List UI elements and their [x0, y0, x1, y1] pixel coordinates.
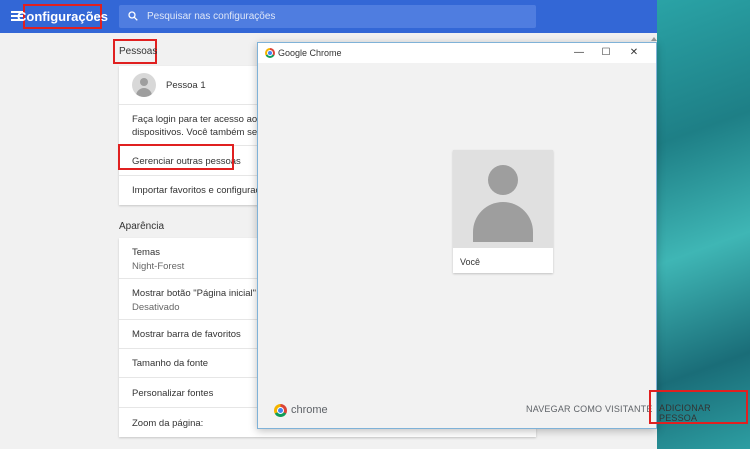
import-label: Importar favoritos e configurações: [132, 185, 276, 196]
profile-card-you[interactable]: Você: [453, 150, 553, 273]
profile-name[interactable]: Pessoa 1: [166, 80, 206, 91]
page-title: Configurações: [17, 9, 109, 24]
settings-header: Configurações Pesquisar nas configuraçõe…: [0, 0, 657, 33]
chrome-profile-dialog: Google Chrome — ☐ ✕ Você chrome NAVEGAR …: [257, 42, 657, 429]
customize-fonts-label: Personalizar fontes: [132, 388, 214, 399]
page-zoom-label: Zoom da página:: [132, 418, 204, 429]
search-icon: [128, 11, 138, 21]
home-button-value: Desativado: [132, 302, 180, 313]
chrome-logo-icon: [274, 404, 287, 417]
profile-card-name: Você: [460, 257, 481, 267]
search-input[interactable]: Pesquisar nas configurações: [119, 5, 536, 28]
section-label-people: Pessoas: [119, 46, 158, 57]
browse-as-guest-button[interactable]: NAVEGAR COMO VISITANTE: [526, 404, 653, 414]
profile-avatar-icon: [453, 150, 553, 248]
add-person-button[interactable]: ADICIONAR PESSOA: [659, 403, 750, 423]
search-placeholder: Pesquisar nas configurações: [147, 11, 276, 22]
desktop-background: [657, 0, 750, 449]
chrome-icon: [265, 48, 275, 58]
dialog-title: Google Chrome: [278, 48, 342, 58]
themes-value: Night-Forest: [132, 261, 185, 272]
maximize-button[interactable]: ☐: [599, 46, 613, 60]
close-button[interactable]: ✕: [627, 46, 641, 60]
minimize-button[interactable]: —: [572, 46, 586, 60]
themes-label: Temas: [132, 247, 160, 258]
manage-people-highlight: [118, 144, 234, 170]
dialog-titlebar[interactable]: Google Chrome — ☐ ✕: [258, 43, 656, 63]
scroll-up-arrow-icon[interactable]: [651, 37, 657, 41]
chrome-brand-text: chrome: [291, 404, 328, 416]
font-size-label: Tamanho da fonte: [132, 358, 209, 369]
title-highlight: Configurações: [17, 4, 108, 29]
avatar: [132, 73, 156, 97]
bookmarks-bar-label: Mostrar barra de favoritos: [132, 329, 241, 340]
section-label-appearance: Aparência: [119, 221, 165, 232]
home-button-label: Mostrar botão "Página inicial": [132, 288, 256, 299]
